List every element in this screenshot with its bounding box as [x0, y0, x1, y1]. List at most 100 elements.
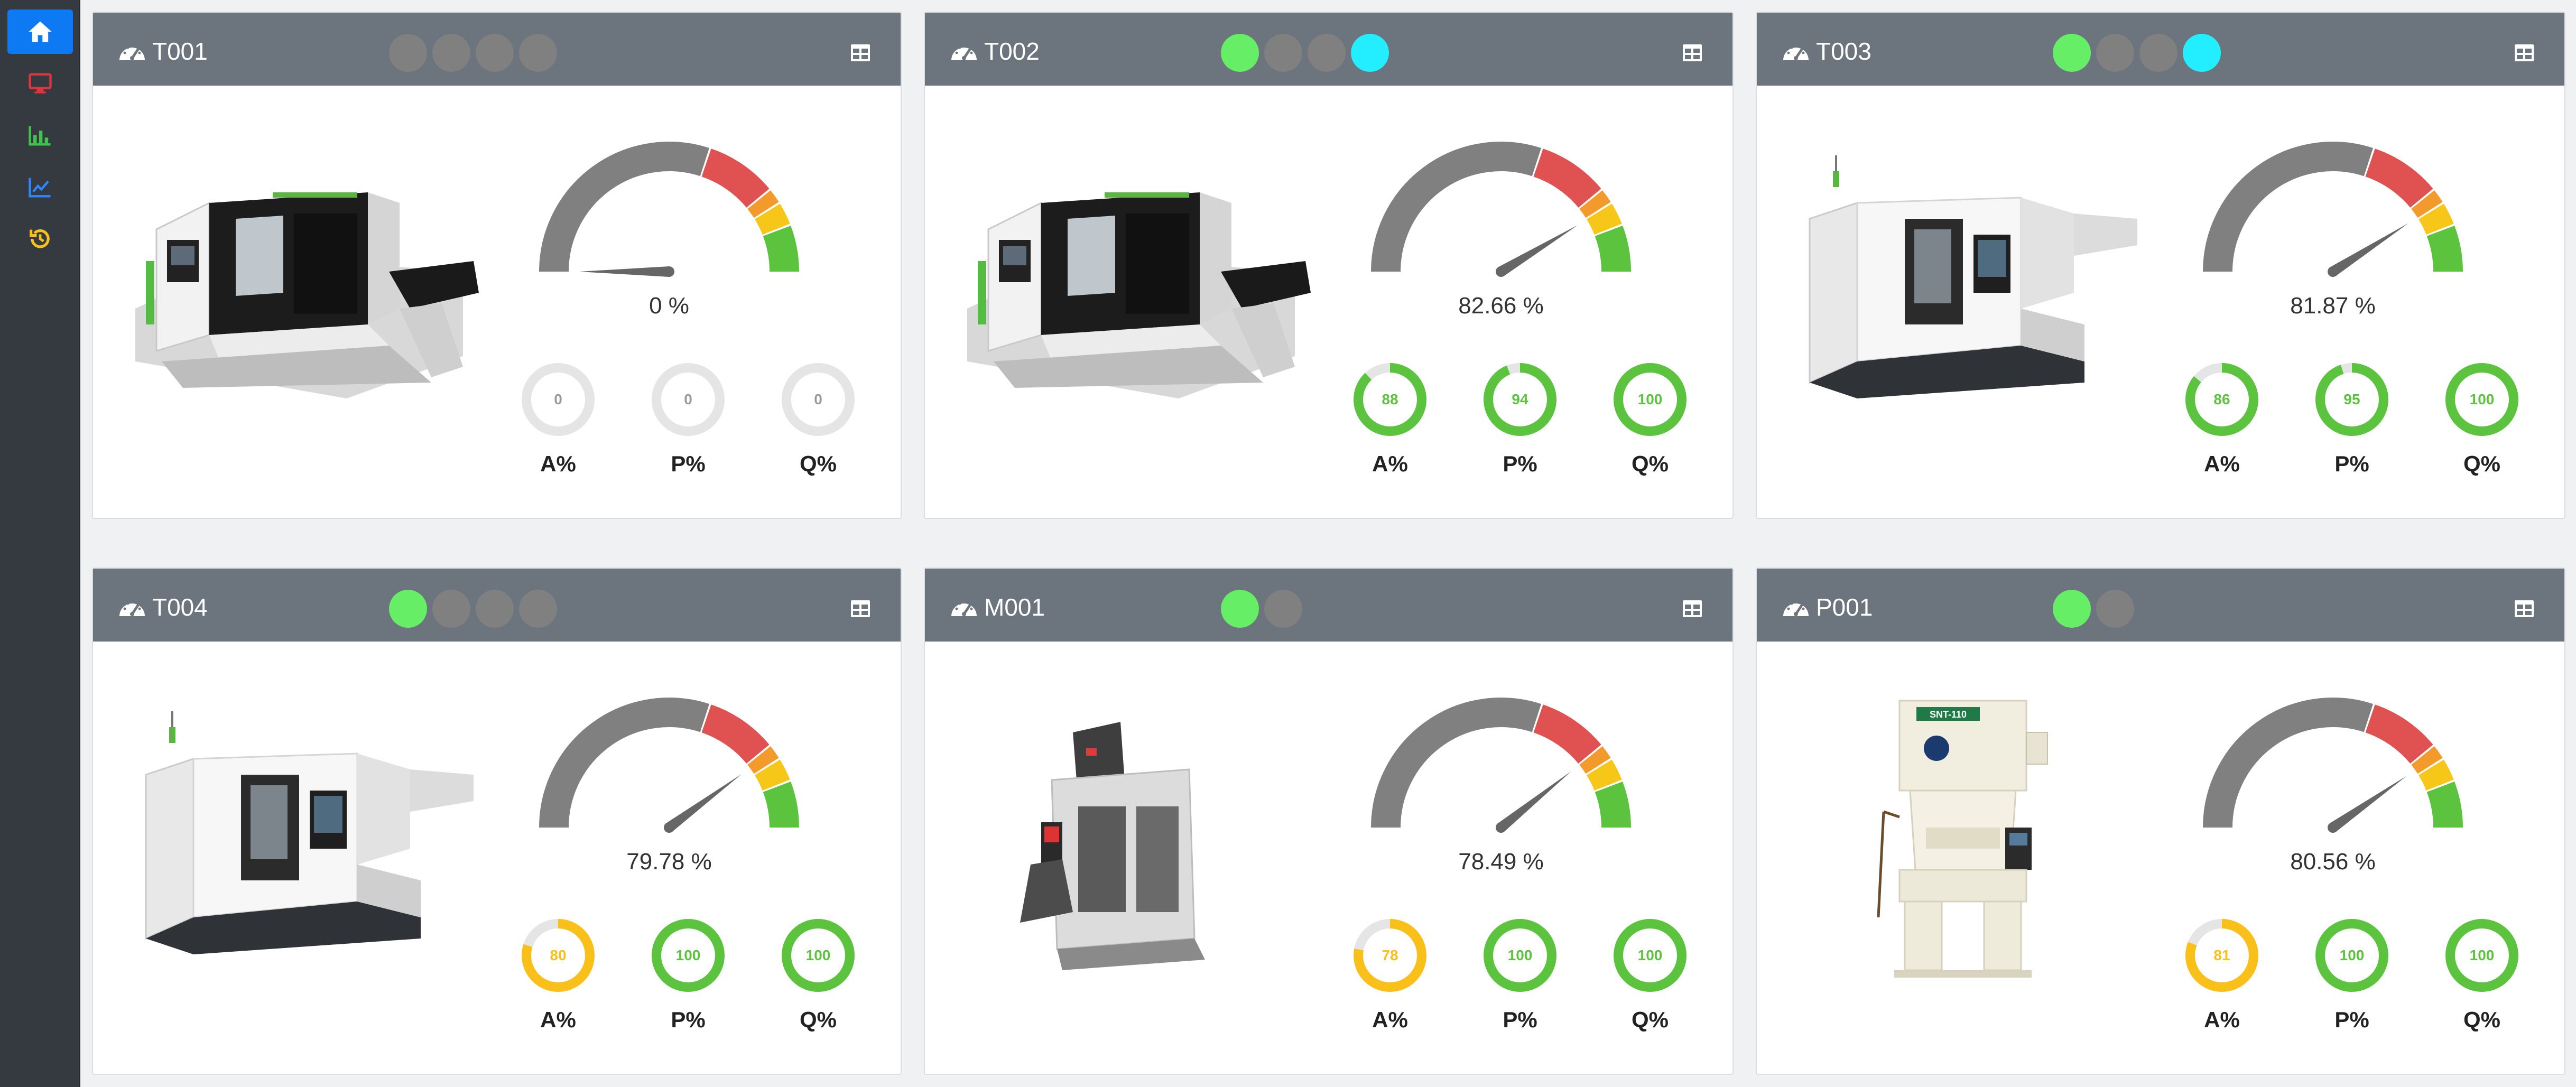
gauge-band-normal: [1371, 698, 1542, 828]
status-lights: [389, 34, 557, 72]
gauge-band-orange: [747, 746, 779, 774]
gauge-band-yellow: [1586, 759, 1622, 791]
oee-gauge: [1371, 698, 1631, 833]
oee-gauge: [1371, 142, 1631, 277]
gauge-band-green: [1595, 781, 1631, 828]
kpi-value: 86: [2213, 391, 2230, 407]
status-light: [519, 590, 557, 628]
kpi-label: Q%: [799, 451, 837, 476]
nav-monitor[interactable]: [7, 61, 73, 106]
dashboard-icon: [951, 44, 977, 60]
gauge-band-normal: [2203, 142, 2374, 272]
gauge-needle: [579, 266, 669, 277]
machine-id: P001: [1816, 593, 1873, 621]
table-icon[interactable]: [2514, 599, 2535, 618]
kpi-label: A%: [1372, 451, 1408, 476]
machine-id: T001: [152, 38, 208, 65]
table-icon[interactable]: [850, 43, 871, 62]
kpi-value: 100: [2469, 391, 2495, 407]
kpi-value: 100: [675, 947, 701, 963]
gauge-band-green: [2426, 225, 2463, 272]
kpi-value: 100: [2469, 947, 2495, 963]
table-icon[interactable]: [1682, 43, 1703, 62]
gauge-needle-hub: [2328, 822, 2338, 833]
kpi-value: 78: [1382, 947, 1398, 963]
gauge-band-orange: [2411, 190, 2443, 218]
kpi-label: P%: [2334, 451, 2369, 476]
machine-card-m001: M001 78.49 % 78 A% 100 P% 100 Q%: [924, 568, 1734, 1075]
kpi-value: 0: [814, 391, 822, 407]
gauge-band-normal: [539, 698, 710, 828]
nav-bar-chart[interactable]: [7, 113, 73, 157]
card-header: T001: [93, 13, 901, 86]
kpi-value: 100: [805, 947, 831, 963]
gauge-band-red: [2365, 704, 2433, 764]
machine-id: M001: [984, 593, 1045, 621]
kpi-label: A%: [540, 451, 576, 476]
kpi-a: 86 A%: [2180, 361, 2264, 488]
kpi-a: 78 A%: [1348, 917, 1432, 1044]
nav-line-chart[interactable]: [7, 165, 73, 209]
kpi-label: Q%: [2463, 451, 2500, 476]
card-header: P001: [1757, 569, 2564, 642]
card-header: T004: [93, 569, 901, 642]
gauge-band-normal: [1371, 142, 1542, 272]
kpi-q: 100 Q%: [776, 917, 860, 1044]
kpi-p: 100 P%: [646, 917, 730, 1044]
kpi-p: 94 P%: [1478, 361, 1562, 488]
gauge-needle: [1498, 225, 1578, 276]
status-light: [476, 34, 514, 72]
gauge-needle-hub: [664, 822, 674, 833]
nav-history[interactable]: [7, 217, 73, 261]
kpi-p: 100 P%: [1478, 917, 1562, 1044]
gauge-needle-hub: [2328, 266, 2338, 277]
dashboard-icon: [119, 44, 145, 60]
kpi-p: 95 P%: [2310, 361, 2394, 488]
machine-id: T002: [984, 38, 1040, 65]
table-icon[interactable]: [1682, 599, 1703, 618]
nav-home[interactable]: [7, 10, 73, 54]
status-light: [389, 34, 427, 72]
table-icon[interactable]: [2514, 43, 2535, 62]
kpi-label: A%: [2204, 1007, 2240, 1032]
dashboard-icon: [1783, 44, 1809, 60]
status-light: [432, 590, 470, 628]
gauge-band-yellow: [754, 759, 790, 791]
kpi-value: 88: [1382, 391, 1398, 407]
gauge-band-red: [1533, 148, 1601, 208]
dashboard-icon: [951, 600, 977, 616]
oee-gauge: [539, 142, 799, 277]
status-light: [2139, 34, 2177, 72]
gauge-band-orange: [1579, 190, 1611, 218]
status-light: [1308, 34, 1346, 72]
oee-value: 79.78 %: [626, 849, 712, 875]
dashboard-icon: [119, 600, 145, 616]
status-light: [432, 34, 470, 72]
status-light: [2053, 590, 2091, 628]
cnc-lathe-machine: [135, 192, 479, 398]
gauge-band-red: [2365, 148, 2433, 208]
kpi-value: 100: [2339, 947, 2365, 963]
status-light: [2096, 590, 2134, 628]
table-icon[interactable]: [850, 599, 871, 618]
status-light: [1221, 590, 1259, 628]
status-light: [1221, 34, 1259, 72]
kpi-value: 80: [550, 947, 567, 963]
kpi-a: 88 A%: [1348, 361, 1432, 488]
machine-card-t001: T001 0 % 0 A% 0 P% 0 Q%: [92, 12, 902, 519]
gauge-needle: [2330, 776, 2407, 832]
gauge-band-green: [763, 225, 799, 272]
kpi-label: Q%: [1631, 451, 1669, 476]
kpi-value: 0: [554, 391, 562, 407]
status-light: [1264, 34, 1302, 72]
kpi-label: P%: [1503, 451, 1537, 476]
gauge-band-green: [1595, 225, 1631, 272]
kpi-p: 100 P%: [2310, 917, 2394, 1044]
kpi-label: A%: [540, 1007, 576, 1032]
card-header: T003: [1757, 13, 2564, 86]
gauge-band-yellow: [2418, 759, 2454, 791]
machine-id: T003: [1816, 38, 1871, 65]
kpi-label: P%: [671, 1007, 706, 1032]
gauge-band-orange: [2411, 746, 2443, 774]
kpi-value: 100: [1637, 391, 1663, 407]
